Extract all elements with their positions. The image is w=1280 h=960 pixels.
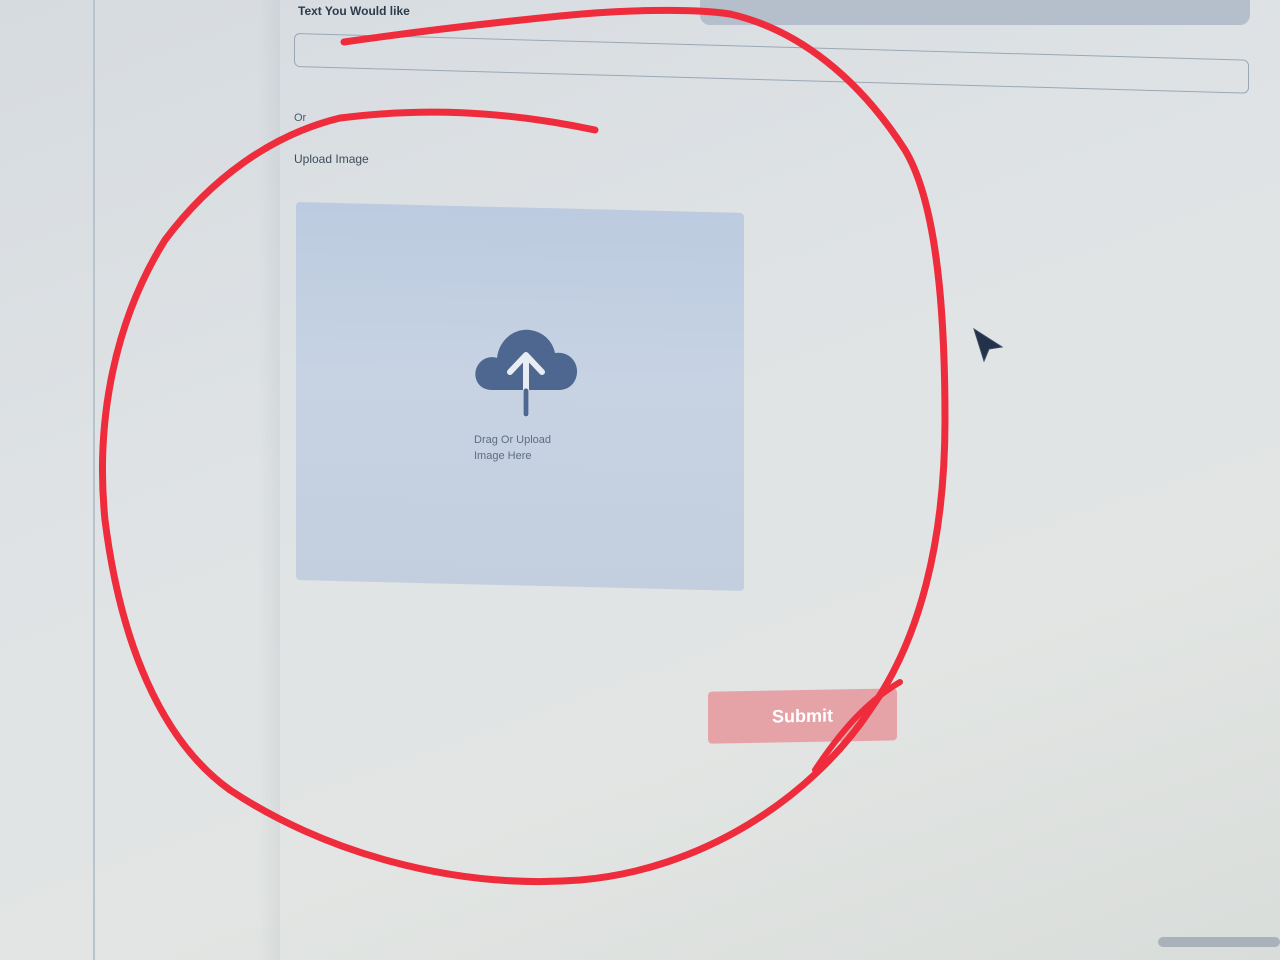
mouse-pointer-icon bbox=[973, 327, 1004, 363]
top-header-bar bbox=[700, 0, 1250, 25]
photographed-screen: Text You Would like Or Upload Image Drag… bbox=[0, 0, 1280, 960]
cloud-upload-icon bbox=[475, 329, 578, 417]
dropzone-text-line2: Image Here bbox=[474, 450, 532, 462]
or-separator: Or bbox=[294, 112, 307, 124]
panel-shadow bbox=[258, 0, 280, 960]
dropzone-text: Drag Or Upload Image Here bbox=[474, 432, 594, 464]
sidebar-border bbox=[93, 0, 95, 960]
upload-image-label: Upload Image bbox=[294, 152, 369, 166]
text-input-field[interactable] bbox=[294, 33, 1249, 94]
submit-button[interactable]: Submit bbox=[708, 688, 897, 744]
horizontal-scrollbar[interactable] bbox=[1158, 937, 1280, 947]
text-field-label: Text You Would like bbox=[298, 4, 410, 18]
dropzone-text-line1: Drag Or Upload bbox=[474, 434, 552, 446]
